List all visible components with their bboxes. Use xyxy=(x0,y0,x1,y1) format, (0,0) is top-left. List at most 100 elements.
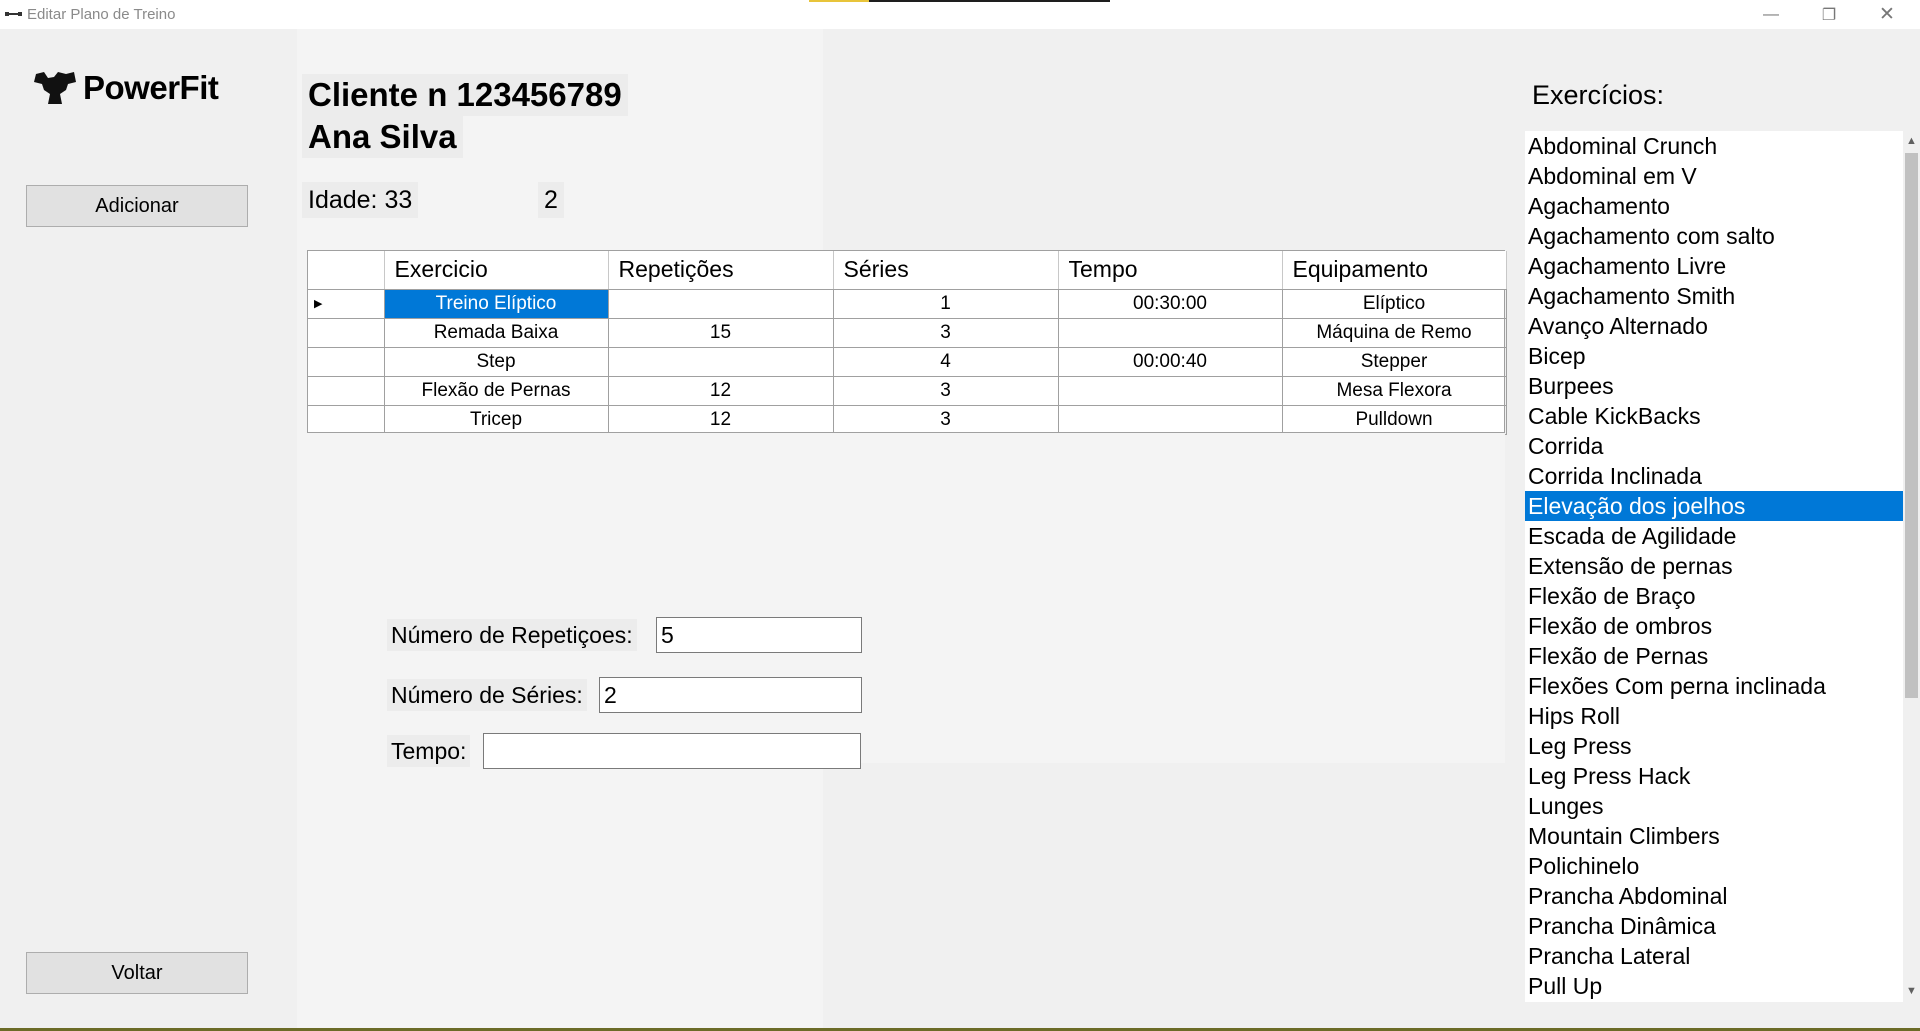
reps-input[interactable] xyxy=(656,617,862,653)
list-item[interactable]: Polichinelo xyxy=(1525,851,1903,881)
grid-cell-tempo[interactable]: 00:30:00 xyxy=(1058,289,1283,319)
table-row[interactable]: Flexão de Pernas 12 3 Mesa Flexora xyxy=(308,376,1507,406)
grid-cell-repeticoes[interactable] xyxy=(608,347,834,377)
minimize-button[interactable]: — xyxy=(1742,0,1800,29)
list-item[interactable]: Flexão de ombros xyxy=(1525,611,1903,641)
exercises-scrollbar[interactable]: ▲ ▼ xyxy=(1903,131,1920,1002)
grid-cell-series[interactable]: 1 xyxy=(833,289,1059,319)
row-header-corner xyxy=(308,251,385,290)
dumbbell-arm-icon xyxy=(34,72,76,104)
list-item[interactable]: Hips Roll xyxy=(1525,701,1903,731)
list-item[interactable]: Cable KickBacks xyxy=(1525,401,1903,431)
form-panel xyxy=(307,433,1505,763)
maximize-button[interactable]: ❐ xyxy=(1800,0,1858,29)
list-item[interactable]: Corrida Inclinada xyxy=(1525,461,1903,491)
list-item[interactable]: Abdominal Crunch xyxy=(1525,131,1903,161)
list-item[interactable]: Abdominal em V xyxy=(1525,161,1903,191)
scroll-thumb[interactable] xyxy=(1905,153,1918,698)
grid-cell-repeticoes[interactable]: 12 xyxy=(608,405,834,435)
list-item[interactable]: Escada de Agilidade xyxy=(1525,521,1903,551)
row-header[interactable] xyxy=(308,405,385,435)
grid-cell-equipamento[interactable]: Máquina de Remo xyxy=(1282,318,1507,348)
list-item[interactable]: Bicep xyxy=(1525,341,1903,371)
list-item[interactable]: Flexões Com perna inclinada xyxy=(1525,671,1903,701)
training-plan-table: Exercicio Repetições Séries Tempo Equipa… xyxy=(308,251,1507,435)
grid-cell-tempo[interactable] xyxy=(1058,318,1283,348)
column-header-repeticoes[interactable]: Repetições xyxy=(608,251,834,290)
grid-cell-series[interactable]: 4 xyxy=(833,347,1059,377)
grid-cell-repeticoes[interactable]: 15 xyxy=(608,318,834,348)
list-item[interactable]: Corrida xyxy=(1525,431,1903,461)
row-header[interactable] xyxy=(308,376,385,406)
exercises-list[interactable]: Abdominal Crunch Abdominal em V Agachament… xyxy=(1525,131,1920,1002)
list-item[interactable]: Flexão de Braço xyxy=(1525,581,1903,611)
table-row[interactable]: ▶ Treino Elíptico 1 00:30:00 Elíptico xyxy=(308,289,1507,319)
time-label: Tempo: xyxy=(387,735,471,767)
list-item[interactable]: Agachamento xyxy=(1525,191,1903,221)
grid-cell-series[interactable]: 3 xyxy=(833,376,1059,406)
grid-cell-series[interactable]: 3 xyxy=(833,318,1059,348)
list-item[interactable]: Prancha Abdominal xyxy=(1525,881,1903,911)
client-age: Idade: 33 xyxy=(302,182,419,218)
list-item[interactable]: Leg Press Hack xyxy=(1525,761,1903,791)
list-item[interactable]: Mountain Climbers xyxy=(1525,821,1903,851)
logo-text: PowerFit xyxy=(83,69,219,106)
grid-cell-equipamento[interactable]: Pulldown xyxy=(1282,405,1507,435)
grid-cell-equipamento[interactable]: Elíptico xyxy=(1282,289,1507,319)
list-item[interactable]: Avanço Alternado xyxy=(1525,311,1903,341)
minimize-icon: — xyxy=(1763,5,1779,23)
list-item[interactable]: Extensão de pernas xyxy=(1525,551,1903,581)
current-row-icon[interactable]: ▶ xyxy=(308,289,385,319)
column-header-tempo[interactable]: Tempo xyxy=(1058,251,1283,290)
scroll-down-icon[interactable]: ▼ xyxy=(1903,983,1920,1000)
grid-cell-exercicio[interactable]: Tricep xyxy=(384,405,609,435)
grid-cell-exercicio[interactable]: Step xyxy=(384,347,609,377)
list-item[interactable]: Prancha Lateral xyxy=(1525,941,1903,971)
grid-cell-exercicio[interactable]: Flexão de Pernas xyxy=(384,376,609,406)
row-header[interactable] xyxy=(308,347,385,377)
app-window: Editar Plano de Treino — ❐ ✕ PowerFit Ad… xyxy=(0,0,1920,1031)
client-extra-value: 2 xyxy=(538,182,564,218)
grid-cell-tempo[interactable] xyxy=(1058,405,1283,435)
grid-cell-tempo[interactable] xyxy=(1058,376,1283,406)
title-bar: Editar Plano de Treino — ❐ ✕ xyxy=(0,0,1920,29)
list-item[interactable]: Burpees xyxy=(1525,371,1903,401)
back-button[interactable]: Voltar xyxy=(26,952,248,994)
table-row[interactable]: Tricep 12 3 Pulldown xyxy=(308,405,1507,435)
grid-cell-repeticoes[interactable]: 12 xyxy=(608,376,834,406)
training-plan-grid[interactable]: Exercicio Repetições Séries Tempo Equipa… xyxy=(307,250,1507,435)
close-button[interactable]: ✕ xyxy=(1858,0,1916,29)
time-input[interactable] xyxy=(483,733,861,769)
series-input[interactable] xyxy=(599,677,862,713)
exercises-title: Exercícios: xyxy=(1532,80,1665,110)
list-item[interactable]: Agachamento Livre xyxy=(1525,251,1903,281)
row-header[interactable] xyxy=(308,318,385,348)
grid-cell-equipamento[interactable]: Mesa Flexora xyxy=(1282,376,1507,406)
column-header-equipamento[interactable]: Equipamento xyxy=(1282,251,1507,290)
reps-label: Número de Repetiçoes: xyxy=(387,619,637,651)
grid-cell-equipamento[interactable]: Stepper xyxy=(1282,347,1507,377)
grid-cell-repeticoes[interactable] xyxy=(608,289,834,319)
column-header-series[interactable]: Séries xyxy=(833,251,1059,290)
table-row[interactable]: Remada Baixa 15 3 Máquina de Remo xyxy=(308,318,1507,348)
list-item[interactable]: Lunges xyxy=(1525,791,1903,821)
column-header-exercicio[interactable]: Exercicio xyxy=(384,251,609,290)
grid-cell-exercicio[interactable]: Remada Baixa xyxy=(384,318,609,348)
list-item[interactable]: Leg Press xyxy=(1525,731,1903,761)
list-item[interactable]: Agachamento com salto xyxy=(1525,221,1903,251)
grid-cell-tempo[interactable]: 00:00:40 xyxy=(1058,347,1283,377)
accent-strip-dark xyxy=(869,0,1110,2)
restore-icon: ❐ xyxy=(1821,6,1837,24)
brand-logo: PowerFit xyxy=(32,68,219,108)
scroll-up-icon[interactable]: ▲ xyxy=(1903,133,1920,150)
grid-cell-exercicio[interactable]: Treino Elíptico xyxy=(384,289,609,319)
list-item[interactable]: Pull Up xyxy=(1525,971,1903,1001)
list-item[interactable]: Elevação dos joelhos xyxy=(1525,491,1903,521)
grid-cell-series[interactable]: 3 xyxy=(833,405,1059,435)
list-item[interactable]: Flexão de Pernas xyxy=(1525,641,1903,671)
list-item[interactable]: Agachamento Smith xyxy=(1525,281,1903,311)
table-row[interactable]: Step 4 00:00:40 Stepper xyxy=(308,347,1507,377)
list-item[interactable]: Prancha Dinâmica xyxy=(1525,911,1903,941)
window-title: Editar Plano de Treino xyxy=(27,6,176,23)
add-button[interactable]: Adicionar xyxy=(26,185,248,227)
